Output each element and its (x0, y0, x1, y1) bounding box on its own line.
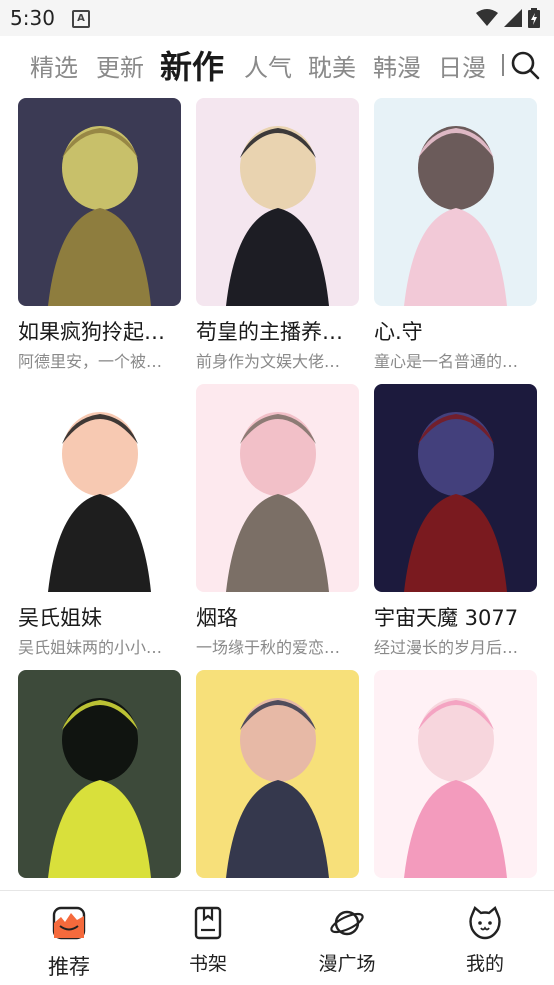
comic-title: 苟皇的主播养… (196, 320, 343, 344)
comic-cover[interactable] (374, 384, 537, 592)
comic-title: 吴氏姐妹 (18, 606, 102, 630)
nav-square-label: 漫广场 (318, 953, 376, 975)
comic-cover[interactable] (374, 98, 537, 306)
bottom-nav: 推荐 书架 漫广场 我的 (0, 890, 554, 985)
nav-bookshelf-label: 书架 (188, 953, 227, 975)
nav-mine-label: 我的 (465, 953, 504, 975)
tab-riman[interactable]: 日漫 (438, 48, 486, 83)
comic-desc: 前身作为文娱大佬… (196, 352, 341, 371)
nav-square[interactable]: 漫广场 (292, 905, 402, 976)
tab-renqi[interactable]: 人气 (244, 48, 292, 83)
battery-icon (528, 8, 540, 28)
comic-desc: 一场缘于秋的爱恋… (196, 638, 341, 657)
comic-cover[interactable] (196, 670, 359, 878)
comic-desc: 经过漫长的岁月后… (374, 638, 519, 657)
comic-title: 心.守 (374, 320, 423, 344)
comic-card[interactable] (18, 670, 181, 890)
wifi-icon (476, 9, 498, 26)
comic-cover[interactable] (196, 384, 359, 592)
comic-grid: 如果疯狗拎起… 阿德里安，一个被… 苟皇的主播养… 前身作为文娱大佬… 心.守童心是一名… (0, 94, 554, 890)
tab-jingxuan[interactable]: 精选 (30, 48, 78, 83)
comic-desc: 童心是一名普通的… (374, 352, 519, 371)
signal-icon (504, 9, 522, 27)
nav-mine[interactable]: 我的 (430, 905, 540, 976)
status-time: 5:30 (10, 6, 55, 30)
comic-card[interactable] (196, 670, 359, 890)
comic-card[interactable]: 烟珞一场缘于秋的爱恋… (196, 384, 359, 658)
comic-cover[interactable] (18, 670, 181, 878)
nav-recommend[interactable]: 推荐 (14, 905, 124, 981)
comic-title: 烟珞 (196, 606, 238, 630)
planet-icon (330, 910, 364, 936)
nav-recommend-label: 推荐 (48, 955, 90, 979)
notification-icon: A (72, 10, 90, 28)
tab-danmei[interactable]: 耽美 (308, 48, 356, 83)
comic-card[interactable]: 吴氏姐妹吴氏姐妹两的小小… (18, 384, 181, 658)
status-indicators (476, 8, 540, 28)
comic-card[interactable]: 如果疯狗拎起… 阿德里安，一个被… (18, 98, 181, 372)
tab-gengxin[interactable]: 更新 (96, 48, 144, 83)
bookshelf-icon (194, 906, 222, 940)
status-bar: 5:30 A (0, 0, 554, 36)
category-tabs: 精选 更新 新作 人气 耽美 韩漫 日漫 (0, 36, 554, 94)
search-icon[interactable] (510, 50, 540, 80)
comic-desc: 阿德里安，一个被… (18, 352, 163, 371)
tab-xinzuo[interactable]: 新作 (160, 42, 224, 88)
comic-card[interactable]: 心.守童心是一名普通的… (374, 98, 537, 372)
comic-card[interactable]: 宇宙天魔 3077 经过漫长的岁月后… (374, 384, 537, 658)
comic-card[interactable]: 苟皇的主播养… 前身作为文娱大佬… (196, 98, 359, 372)
comic-title: 如果疯狗拎起… (18, 320, 165, 344)
comic-title: 宇宙天魔 3077 (374, 606, 519, 630)
recommend-icon (52, 906, 86, 940)
nav-bookshelf[interactable]: 书架 (153, 905, 263, 976)
comic-card[interactable] (374, 670, 537, 890)
tab-divider (502, 54, 504, 76)
comic-cover[interactable] (18, 384, 181, 592)
comic-cover[interactable] (196, 98, 359, 306)
comic-cover[interactable] (374, 670, 537, 878)
cat-face-icon (469, 906, 501, 940)
comic-desc: 吴氏姐妹两的小小… (18, 638, 163, 657)
tab-hanman[interactable]: 韩漫 (373, 48, 421, 83)
comic-cover[interactable] (18, 98, 181, 306)
